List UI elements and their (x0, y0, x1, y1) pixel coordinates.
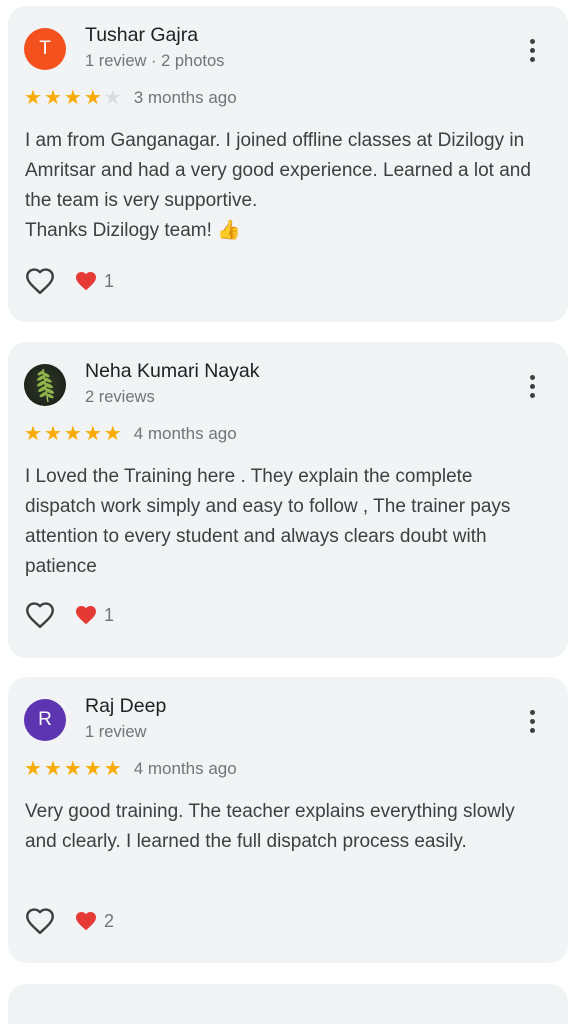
heart-outline-icon (26, 908, 54, 935)
star-icon: ★ (43, 87, 62, 109)
star-icon: ★ (63, 758, 82, 780)
star-icon: ★ (103, 87, 122, 109)
review-time: 4 months ago (133, 424, 237, 443)
review-card: T Tushar Gajra 1 review · 2 photos ★ ★ ★… (8, 6, 568, 322)
star-icon: ★ (24, 87, 42, 109)
review-text-line: Very good training. The teacher explains… (25, 801, 515, 852)
more-options-button[interactable] (520, 368, 544, 404)
star-rating: ★ ★ ★ ★ ★ (24, 424, 122, 444)
review-actions: 1 (22, 598, 114, 632)
star-icon: ★ (24, 423, 42, 445)
review-actions: 1 (22, 264, 114, 298)
like-button[interactable] (22, 264, 58, 298)
reaction-count: 1 (104, 604, 115, 625)
avatar[interactable]: T (24, 28, 66, 70)
like-button[interactable] (22, 598, 58, 632)
more-vert-icon (529, 38, 535, 44)
star-rating: ★ ★ ★ ★ ★ (24, 88, 122, 108)
reviews-feed: T Tushar Gajra 1 review · 2 photos ★ ★ ★… (0, 0, 576, 1024)
star-icon: ★ (103, 758, 122, 780)
avatar-letter: T (39, 38, 51, 59)
star-icon: ★ (103, 423, 122, 445)
reaction-count: 1 (104, 270, 115, 291)
rating-row: ★ ★ ★ ★ ★ 3 months ago (24, 86, 237, 110)
review-text: I Loved the Training here . They explain… (25, 462, 545, 582)
star-icon: ★ (63, 423, 82, 445)
fern-leaf-icon (36, 368, 55, 403)
reaction-button[interactable]: 2 (74, 910, 114, 932)
rating-row: ★ ★ ★ ★ ★ 4 months ago (24, 422, 237, 446)
reaction-count: 2 (104, 910, 115, 931)
avatar[interactable] (24, 364, 66, 406)
more-vert-icon (529, 374, 535, 380)
red-heart-icon (76, 272, 96, 291)
heart-outline-icon (26, 268, 54, 295)
star-rating: ★ ★ ★ ★ ★ (24, 759, 122, 779)
review-time: 3 months ago (133, 88, 237, 107)
review-text-line: Thanks Dizilogy team! 👍 (25, 220, 241, 241)
red-heart-icon (76, 606, 96, 625)
reviewer-meta: 1 review (85, 723, 147, 741)
review-text-line: I am from Ganganagar. I joined offline c… (25, 130, 531, 211)
review-card-partial (8, 984, 568, 1024)
star-icon: ★ (63, 87, 82, 109)
review-time: 4 months ago (133, 759, 237, 778)
more-options-button[interactable] (520, 703, 544, 739)
avatar-letter: R (38, 709, 52, 730)
review-text-line: I Loved the Training here . They explain… (25, 466, 511, 577)
more-vert-icon (529, 709, 535, 715)
red-heart-icon (76, 912, 96, 931)
reviewer-meta: 1 review · 2 photos (85, 52, 225, 70)
reaction-button[interactable]: 1 (74, 270, 114, 292)
star-icon: ★ (24, 758, 42, 780)
review-card: R Raj Deep 1 review ★ ★ ★ ★ ★ 4 months a… (8, 677, 568, 963)
reviewer-name[interactable]: Raj Deep (85, 695, 166, 718)
reaction-button[interactable]: 1 (74, 604, 114, 626)
star-icon: ★ (83, 423, 102, 445)
reviewer-name[interactable]: Tushar Gajra (85, 24, 198, 47)
star-icon: ★ (83, 87, 102, 109)
star-icon: ★ (43, 423, 62, 445)
review-actions: 2 (22, 904, 114, 938)
rating-row: ★ ★ ★ ★ ★ 4 months ago (24, 757, 237, 781)
reviewer-meta: 2 reviews (85, 388, 155, 406)
avatar[interactable]: R (24, 699, 66, 741)
review-text: I am from Ganganagar. I joined offline c… (25, 126, 545, 246)
like-button[interactable] (22, 904, 58, 938)
reviewer-name[interactable]: Neha Kumari Nayak (85, 360, 260, 383)
heart-outline-icon (26, 602, 54, 629)
more-options-button[interactable] (520, 32, 544, 68)
star-icon: ★ (83, 758, 102, 780)
review-card: Neha Kumari Nayak 2 reviews ★ ★ ★ ★ ★ 4 … (8, 342, 568, 658)
review-text: Very good training. The teacher explains… (25, 797, 545, 857)
star-icon: ★ (43, 758, 62, 780)
